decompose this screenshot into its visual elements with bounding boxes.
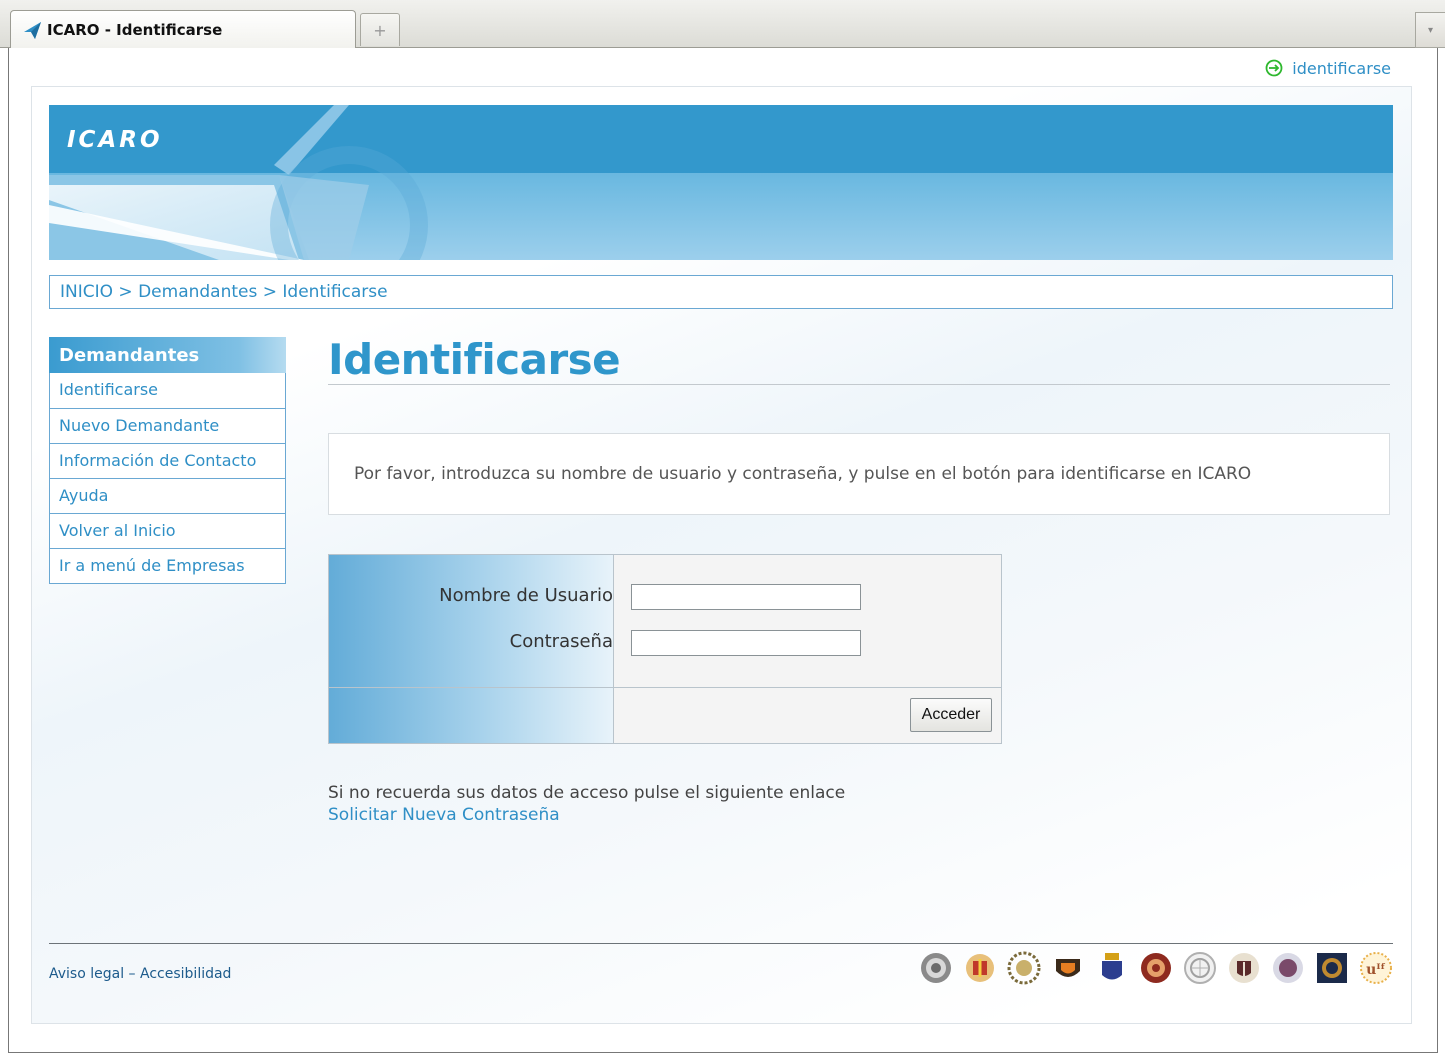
sidebar-title: Demandantes bbox=[49, 337, 286, 373]
new-tab-button[interactable]: + bbox=[360, 13, 400, 46]
university-seal-icon-7[interactable] bbox=[1183, 951, 1217, 985]
sidebar-item-ayuda[interactable]: Ayuda bbox=[50, 478, 285, 513]
breadcrumb-link-demandantes[interactable]: Demandantes bbox=[138, 282, 257, 302]
breadcrumb-separator: > bbox=[257, 282, 283, 302]
sidebar-item-menu-empresas[interactable]: Ir a menú de Empresas bbox=[50, 548, 285, 583]
browser-tab-title: ICARO - Identificarse bbox=[47, 20, 223, 39]
footer-links: Aviso legal – Accesibilidad bbox=[49, 966, 231, 982]
icaro-favicon-icon bbox=[24, 21, 41, 39]
university-seals: uᴵᶠ bbox=[919, 951, 1393, 985]
header-banner: ICARO bbox=[49, 105, 1393, 260]
page-container: ICARO INICIO > Demandantes > Identificar… bbox=[31, 86, 1412, 1024]
breadcrumb-separator: > bbox=[113, 282, 139, 302]
sidebar-list: Identificarse Nuevo Demandante Informaci… bbox=[49, 373, 286, 584]
password-input[interactable] bbox=[631, 630, 861, 656]
university-seal-icon-1[interactable] bbox=[919, 951, 953, 985]
page-viewport: identificarse ICARO INICIO > Demandantes… bbox=[8, 48, 1438, 1053]
login-form: Nombre de Usuario Contraseña Acceder bbox=[328, 554, 1002, 744]
recover-hint-text: Si no recuerda sus datos de acceso pulse… bbox=[328, 783, 846, 803]
browser-tab-active[interactable]: ICARO - Identificarse bbox=[10, 10, 356, 48]
accessibility-link[interactable]: Accesibilidad bbox=[140, 966, 231, 982]
form-divider bbox=[329, 687, 1001, 688]
login-arrow-icon bbox=[1265, 59, 1283, 77]
university-seal-icon-2[interactable] bbox=[963, 951, 997, 985]
university-seal-icon-6[interactable] bbox=[1139, 951, 1173, 985]
breadcrumb: INICIO > Demandantes > Identificarse bbox=[49, 275, 1393, 309]
university-seal-icon-3[interactable] bbox=[1007, 951, 1041, 985]
acceder-button[interactable]: Acceder bbox=[910, 698, 992, 732]
sidebar-item-identificarse[interactable]: Identificarse bbox=[50, 373, 285, 408]
icaro-logo[interactable]: ICARO bbox=[67, 127, 163, 153]
sidebar-item-nuevo-demandante[interactable]: Nuevo Demandante bbox=[50, 408, 285, 443]
banner-wing-graphic bbox=[49, 105, 428, 260]
svg-text:uᴵᶠ: uᴵᶠ bbox=[1366, 962, 1386, 978]
legal-notice-link[interactable]: Aviso legal bbox=[49, 966, 124, 982]
title-divider bbox=[328, 384, 1390, 385]
top-login-link-group[interactable]: identificarse bbox=[1264, 58, 1391, 78]
browser-tab-bar: ICARO - Identificarse + ▾ bbox=[0, 0, 1445, 48]
top-login-link[interactable]: identificarse bbox=[1292, 59, 1391, 78]
tab-list-dropdown-icon[interactable]: ▾ bbox=[1415, 12, 1445, 48]
footer-link-separator: – bbox=[124, 966, 141, 982]
footer-divider bbox=[49, 943, 1393, 944]
sidebar-menu: Demandantes Identificarse Nuevo Demandan… bbox=[49, 337, 286, 584]
instructions-text: Por favor, introduzca su nombre de usuar… bbox=[354, 464, 1252, 484]
university-seal-icon-5[interactable] bbox=[1095, 951, 1129, 985]
sidebar-item-informacion-contacto[interactable]: Información de Contacto bbox=[50, 443, 285, 478]
university-seal-icon-10[interactable] bbox=[1315, 951, 1349, 985]
password-label: Contraseña bbox=[509, 631, 613, 652]
university-seal-icon-4[interactable] bbox=[1051, 951, 1085, 985]
instructions-box: Por favor, introduzca su nombre de usuar… bbox=[328, 433, 1390, 515]
username-label: Nombre de Usuario bbox=[439, 585, 613, 606]
breadcrumb-link-inicio[interactable]: INICIO bbox=[60, 282, 113, 302]
university-seal-icon-9[interactable] bbox=[1271, 951, 1305, 985]
university-seal-icon-11[interactable]: uᴵᶠ bbox=[1359, 951, 1393, 985]
breadcrumb-current: Identificarse bbox=[282, 282, 388, 302]
username-input[interactable] bbox=[631, 584, 861, 610]
request-new-password-link[interactable]: Solicitar Nueva Contraseña bbox=[328, 805, 560, 825]
university-seal-icon-8[interactable] bbox=[1227, 951, 1261, 985]
page-title: Identificarse bbox=[328, 335, 621, 384]
sidebar-item-volver-inicio[interactable]: Volver al Inicio bbox=[50, 513, 285, 548]
